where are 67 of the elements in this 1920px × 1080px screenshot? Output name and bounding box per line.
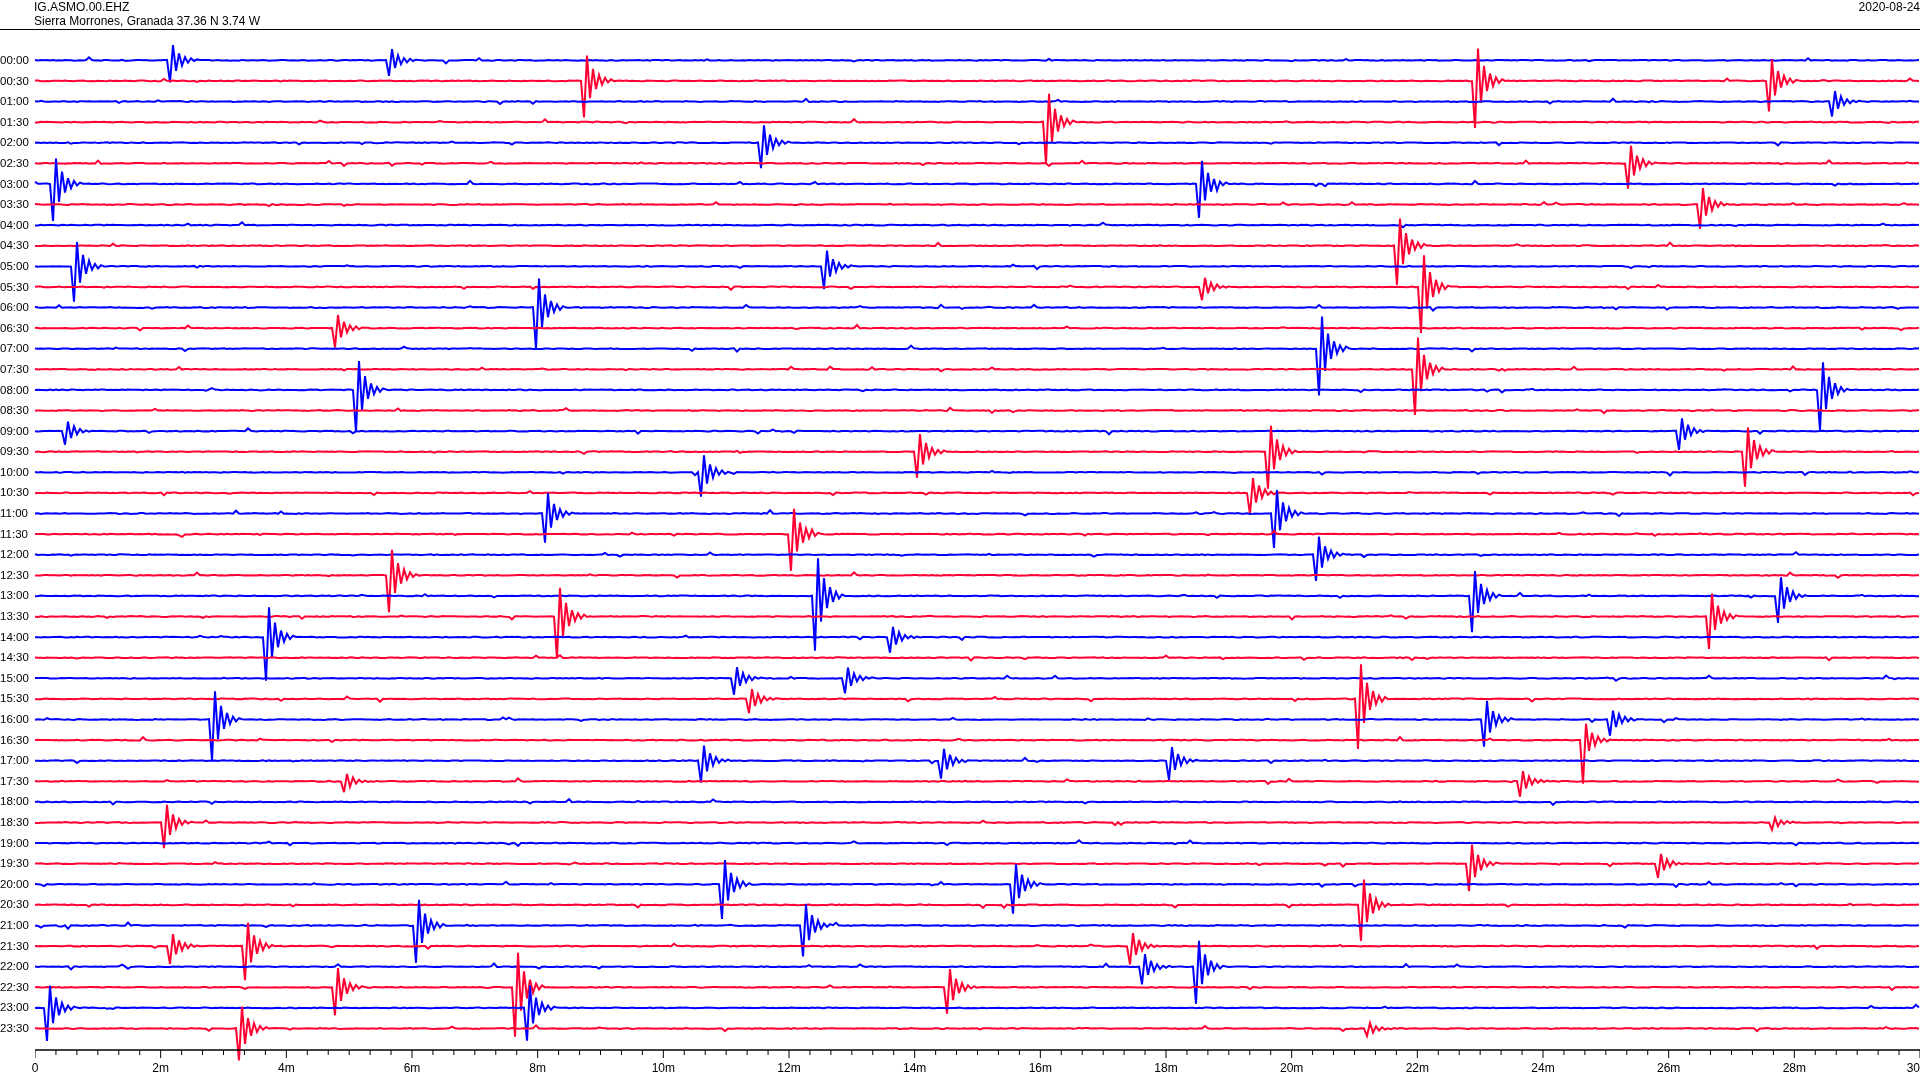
hour-label: 02:30 [0,155,30,171]
axis-tick-label: 18m [1154,1060,1178,1075]
hour-label: 04:30 [0,238,30,254]
station-location: Sierra Morrones, Granada 37.36 N 3.74 W [34,14,261,28]
hour-label: 07:00 [0,341,30,357]
hour-label: 17:30 [0,773,30,789]
hour-label: 19:00 [0,835,30,851]
hour-label: 09:00 [0,423,30,439]
hour-label: 07:30 [0,361,30,377]
axis-tick-label: 30 [1906,1060,1920,1075]
hour-label: 12:00 [0,547,30,563]
hour-label: 21:30 [0,938,30,954]
hour-label: 11:30 [0,526,29,542]
axis-tick-label: 4m [278,1060,295,1075]
hour-label: 05:00 [0,258,30,274]
axis-tick-label: 24m [1531,1060,1555,1075]
hour-label: 23:30 [0,1020,30,1036]
hour-label: 00:30 [0,73,30,89]
date-label: 2020-08-24 [1858,0,1920,14]
hour-label: 16:00 [0,712,30,727]
hour-label: 06:30 [0,320,30,336]
hour-label: 01:30 [0,114,30,130]
hour-label: 16:30 [0,732,30,748]
hour-label: 15:00 [0,670,30,686]
hour-label: 00:00 [0,53,30,68]
axis-tick-label: 28m [1782,1060,1806,1075]
hour-label: 10:00 [0,464,30,480]
hour-label: 06:00 [0,300,30,316]
axis-tick-label: 6m [403,1060,421,1075]
hour-label: 09:30 [0,444,30,460]
axis-tick-label: 12m [777,1060,801,1075]
axis-tick-label: 26m [1657,1060,1681,1075]
axis-tick-label: 22m [1405,1060,1429,1075]
hour-label: 14:00 [0,629,30,645]
axis-tick-label: 20m [1280,1060,1304,1075]
axis-tick-label: 0 [31,1060,39,1075]
axis-tick-label: 10m [651,1060,675,1075]
hour-label: 03:00 [0,176,30,192]
hour-label: 04:00 [0,217,30,233]
hour-label: 11:00 [0,506,29,522]
hour-label: 22:30 [0,979,30,995]
hour-label: 18:00 [0,794,30,810]
axis-tick-label: 2m [152,1060,169,1075]
hour-label: 08:30 [0,403,30,419]
hour-label: 05:30 [0,279,30,295]
hour-label: 15:30 [0,691,30,707]
hour-label: 03:30 [0,197,30,213]
hour-label: 21:00 [0,917,30,933]
hour-label: 13:00 [0,588,30,604]
hour-label: 20:30 [0,897,30,913]
axis-tick-label: 14m [903,1060,927,1075]
axis-tick-label: 8m [529,1060,546,1075]
hour-label: 23:00 [0,1000,30,1016]
hour-label: 10:30 [0,485,30,501]
station-code: IG.ASMO.00.EHZ [34,0,131,14]
hour-label: 13:30 [0,609,30,625]
axis-tick-label: 16m [1028,1060,1052,1075]
hour-label: 14:30 [0,650,30,666]
hour-label: 19:30 [0,856,30,872]
hour-label: 01:00 [0,94,30,110]
hour-label: 08:00 [0,382,30,398]
hour-label: 18:30 [0,814,30,830]
hour-label: 22:00 [0,959,30,975]
hour-label: 12:30 [0,567,30,583]
hour-label: 02:00 [0,135,30,151]
hour-label: 20:00 [0,876,30,892]
hour-label: 17:00 [0,753,30,769]
